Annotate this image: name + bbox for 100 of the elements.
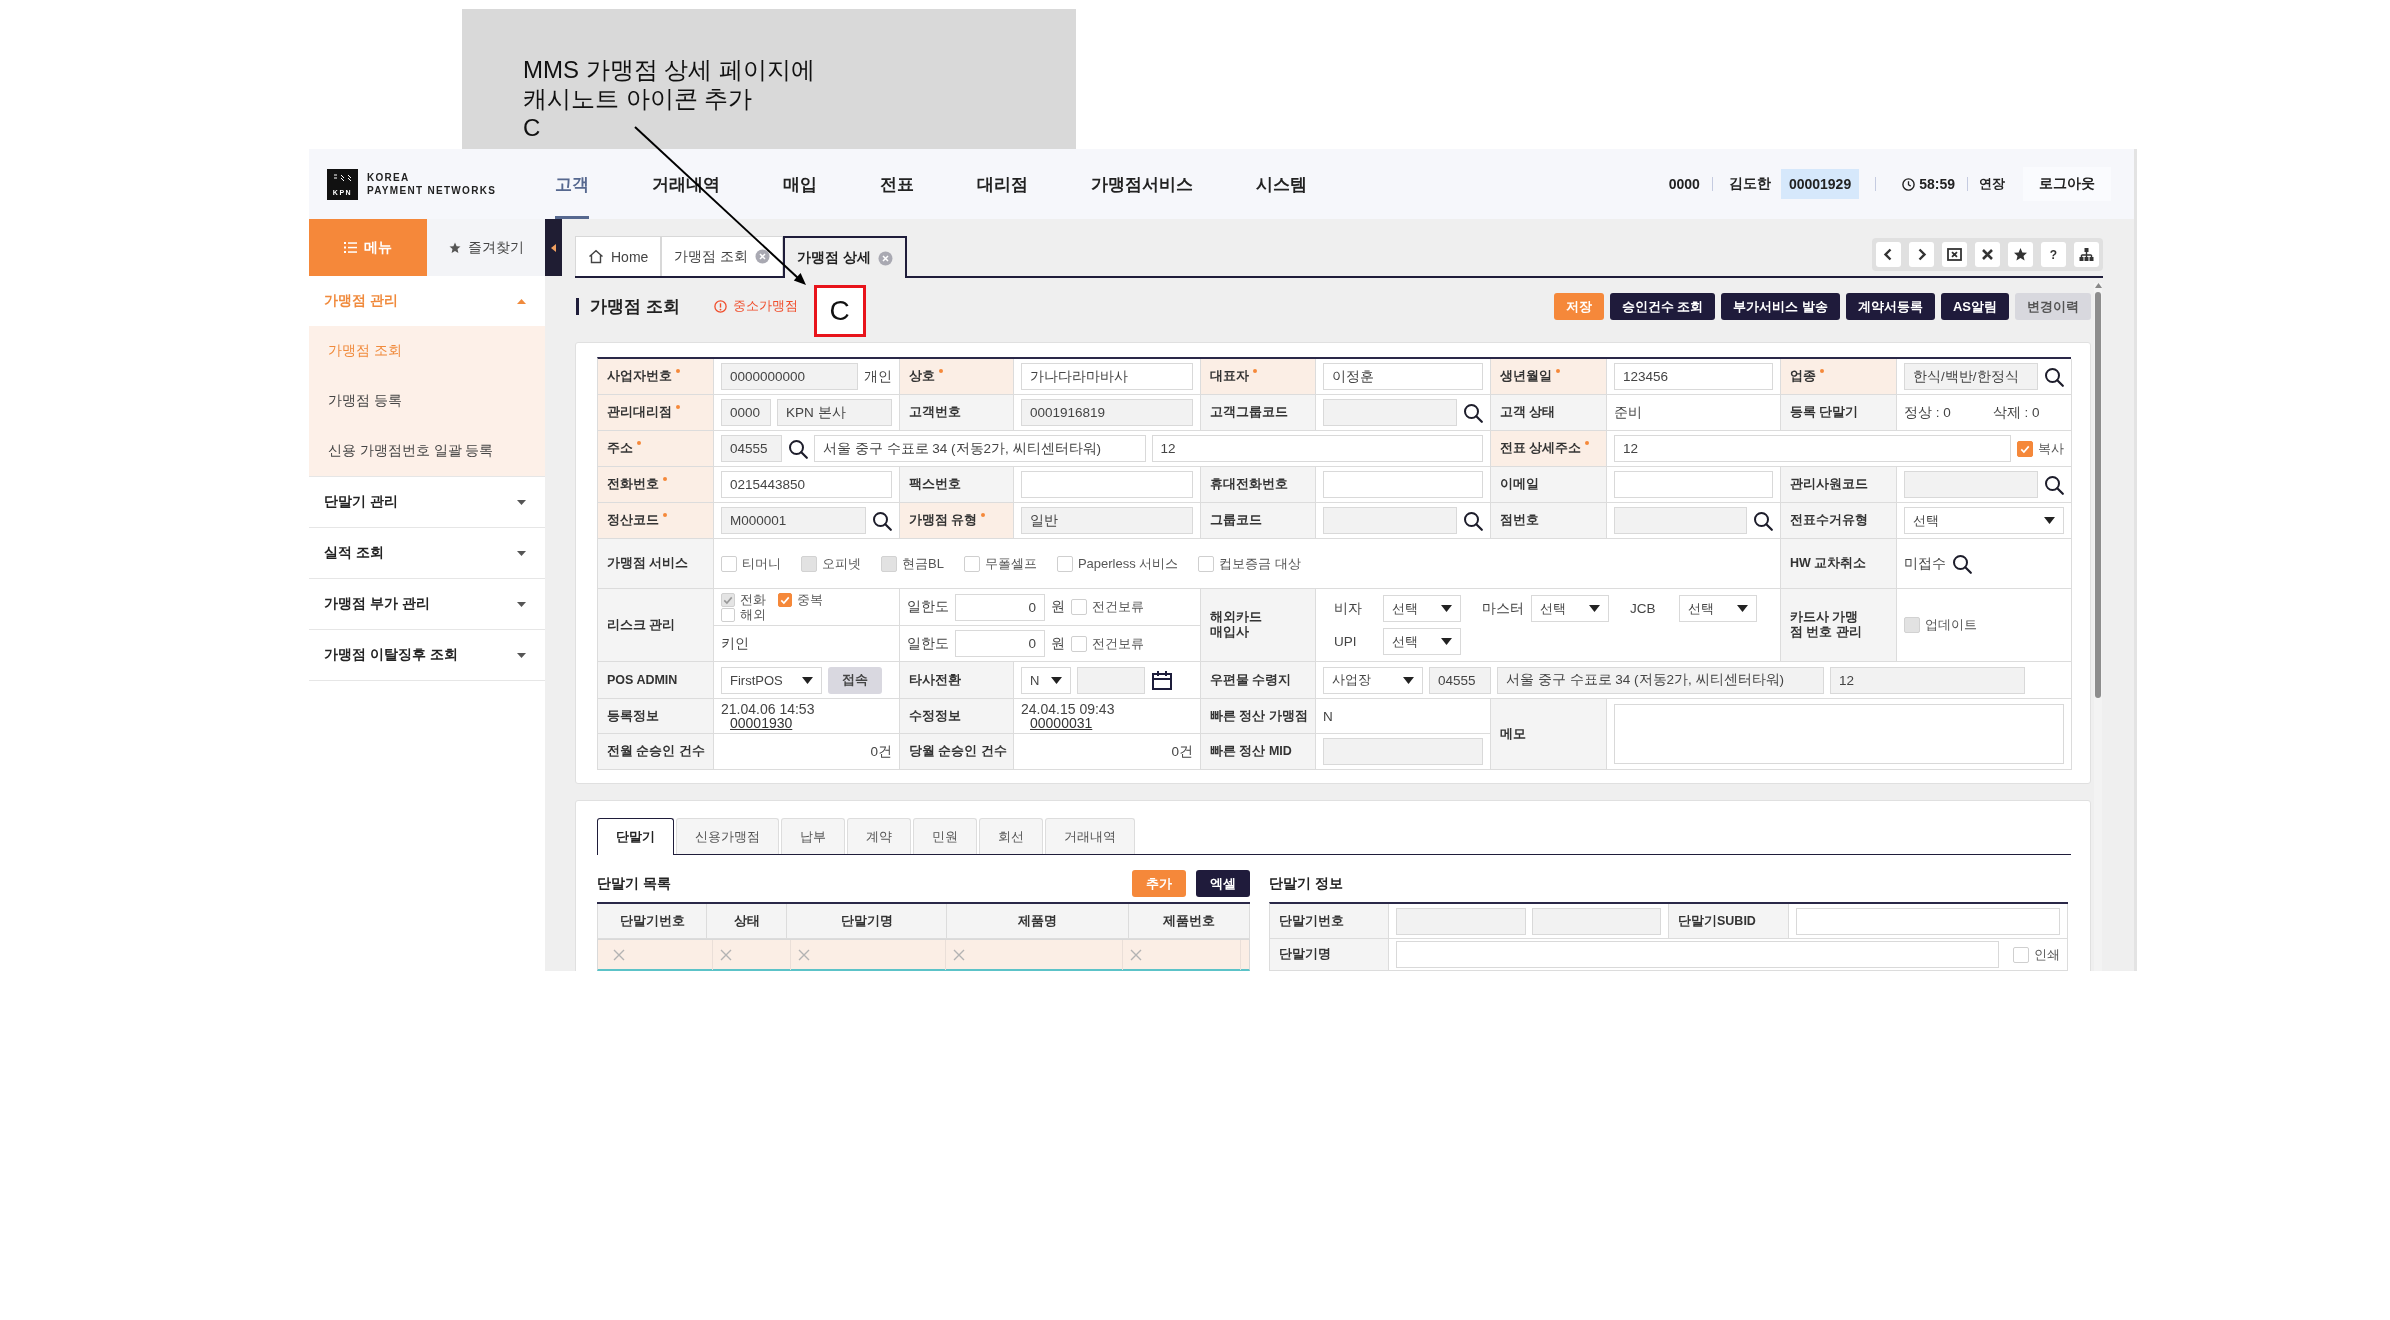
caret-up-icon[interactable] (2094, 283, 2102, 288)
page-tab[interactable]: 가맹점 상세 (783, 236, 908, 278)
checkbox[interactable] (1071, 635, 1087, 652)
scrollbar[interactable] (2094, 283, 2102, 971)
dropdown[interactable]: 선택 (1904, 507, 2064, 534)
connect-button[interactable]: 접속 (828, 666, 882, 694)
calendar-icon[interactable] (1151, 669, 1173, 691)
field-value: 준비 (1614, 403, 1642, 422)
nav-tab[interactable]: 전표 (880, 149, 914, 219)
option-label: 마스터 (1482, 599, 1525, 618)
dropdown[interactable]: 선택 (1383, 628, 1461, 655)
logout-button[interactable]: 로그아웃 (2023, 167, 2111, 201)
tab[interactable]: 단말기 (597, 818, 674, 855)
input-field[interactable]: 12 (1151, 435, 1483, 462)
page-tab[interactable]: 가맹점 조회 (661, 236, 784, 276)
input-field[interactable]: 0215443850 (721, 471, 892, 498)
input-field[interactable]: 0 (955, 630, 1045, 657)
checkbox[interactable] (2013, 946, 2029, 963)
column-header: 제품명 (947, 904, 1129, 939)
nav-tab[interactable]: 대리점 (977, 149, 1028, 219)
close-icon[interactable] (755, 249, 771, 264)
field-value: 0건 (1171, 742, 1193, 761)
dropdown[interactable]: 선택 (1383, 595, 1461, 622)
checkbox-label: 중복 (797, 592, 823, 607)
tab[interactable]: 계약 (847, 818, 911, 854)
page-tab[interactable]: Home (575, 236, 662, 276)
input-field[interactable]: 123456 (1614, 363, 1773, 390)
collapse-button[interactable] (545, 219, 562, 276)
chevron-left-icon[interactable] (1876, 242, 1901, 267)
checkbox-label: 오피넷 (822, 554, 861, 573)
option-label: JCB (1630, 601, 1657, 616)
checkbox[interactable] (1071, 599, 1087, 615)
tab[interactable]: 납부 (781, 818, 845, 854)
search-icon[interactable] (2044, 366, 2064, 387)
dropdown[interactable]: FirstPOS (721, 666, 822, 694)
input-field[interactable] (1614, 471, 1773, 498)
tab[interactable]: 민원 (913, 818, 977, 854)
scrollbar-thumb[interactable] (2095, 292, 2101, 698)
input-field[interactable]: 가나다라마바사 (1021, 363, 1193, 390)
field-label: 관리사원코드 (1790, 477, 1868, 492)
field-label: 리스크 관리 (607, 617, 676, 633)
input-field[interactable]: 이정훈 (1323, 363, 1483, 390)
tab[interactable]: 회선 (979, 818, 1043, 854)
input-field[interactable]: 서울 중구 수표로 34 (저동2가, 씨티센터타워) (814, 435, 1146, 462)
checkbox[interactable] (1198, 555, 1215, 572)
merchant-size-label: 중소가맹점 (732, 298, 798, 315)
close-box-icon[interactable] (1942, 242, 1967, 267)
checkbox-label: 컵보증금 대상 (1219, 554, 1301, 573)
tab[interactable]: 신용가맹점 (676, 818, 779, 854)
input-field[interactable] (1323, 471, 1483, 498)
sitemap-icon[interactable] (2074, 242, 2099, 267)
checkbox[interactable] (2017, 440, 2033, 457)
search-icon[interactable] (1753, 510, 1773, 531)
memo-field[interactable] (1614, 704, 2064, 764)
excel-button[interactable]: 엑셀 (1196, 870, 1250, 897)
checkbox[interactable] (721, 555, 737, 572)
search-icon[interactable] (1463, 510, 1483, 531)
required-dot-icon (663, 513, 667, 517)
search-icon[interactable] (1463, 402, 1483, 423)
input-field[interactable] (1396, 941, 1999, 968)
nav-tab[interactable]: 가맹점서비스 (1091, 149, 1193, 219)
page-title: 가맹점 조회 (576, 298, 680, 315)
field-value: 원 (1051, 634, 1065, 653)
search-icon[interactable] (1952, 553, 1972, 574)
nav-tab[interactable]: 매입 (783, 149, 817, 219)
tab[interactable]: 거래내역 (1045, 818, 1135, 854)
submenu-item[interactable]: 신용 가맹점번호 일괄 등록 (309, 426, 545, 476)
input-field[interactable]: 12 (1614, 435, 2011, 462)
sidebar-tab[interactable]: 즐겨찾기 (427, 219, 545, 276)
search-icon[interactable] (872, 510, 892, 531)
approval-count-button[interactable]: 승인건수 조회 (1609, 293, 1716, 320)
as-alert-button[interactable]: AS알림 (1940, 293, 2009, 320)
input-field[interactable]: 0 (955, 593, 1045, 621)
submenu-item[interactable]: 가맹점 등록 (309, 376, 545, 426)
field-value: 개인 (864, 367, 892, 386)
checkbox[interactable] (778, 592, 792, 607)
dropdown[interactable]: 선택 (1679, 595, 1757, 622)
dropdown[interactable]: 선택 (1531, 595, 1609, 622)
field-label: 점번호 (1500, 513, 1539, 528)
close-icon[interactable] (1975, 242, 2000, 267)
addon-send-button[interactable]: 부가서비스 발송 (1721, 293, 1840, 320)
link[interactable]: 00001930 (730, 716, 793, 730)
input-field[interactable] (1021, 471, 1193, 498)
chevron-right-icon[interactable] (1909, 242, 1934, 267)
checkbox[interactable] (963, 555, 980, 572)
dropdown[interactable]: 사업장 (1323, 666, 1423, 694)
search-icon[interactable] (788, 438, 808, 459)
checkbox[interactable] (721, 607, 735, 622)
nav-tab[interactable]: 시스템 (1256, 149, 1307, 219)
help-button[interactable]: ? (2041, 242, 2066, 267)
field-label: POS ADMIN (607, 672, 678, 688)
history-button[interactable]: 변경이력 (2015, 293, 2091, 320)
dropdown[interactable]: N (1021, 666, 1071, 694)
search-icon[interactable] (2044, 474, 2064, 495)
table-row[interactable] (597, 939, 1250, 971)
extend-button[interactable]: 연장 (1979, 175, 2005, 193)
link[interactable]: 00000031 (1030, 716, 1093, 730)
contract-button[interactable]: 계약서등록 (1845, 293, 1935, 320)
checkbox[interactable] (1056, 555, 1073, 572)
input-field[interactable] (1796, 907, 2060, 935)
